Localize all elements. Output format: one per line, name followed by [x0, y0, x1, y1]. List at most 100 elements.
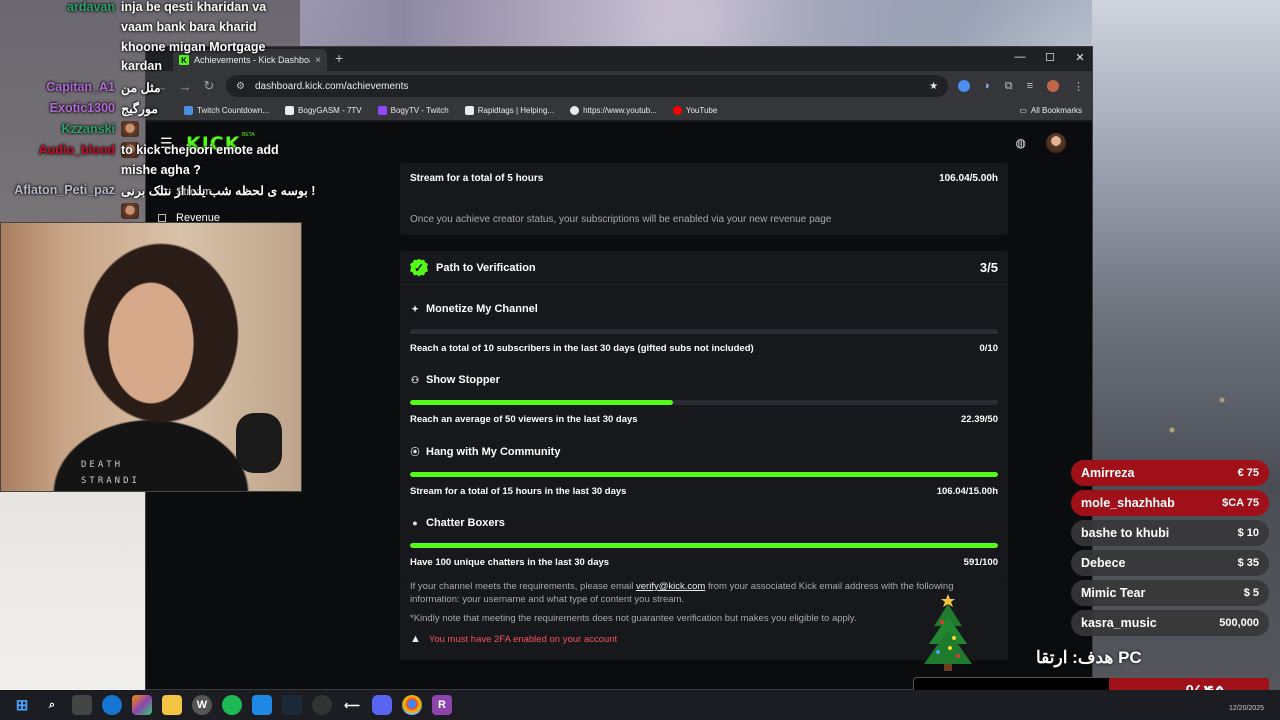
spotify-icon[interactable]	[222, 695, 242, 715]
chat-username[interactable]: Aflaton_Peti_paz	[0, 183, 115, 197]
close-window-icon[interactable]: ✕	[1074, 51, 1086, 64]
bookmark-favicon-icon	[570, 106, 580, 115]
audio-extension-icon[interactable]: ◗	[984, 80, 991, 92]
search-icon[interactable]: ⌕	[42, 695, 62, 715]
shirt-print: DEATH STRANDI	[81, 460, 140, 486]
bookmark-label: YouTube	[685, 106, 718, 115]
minimize-icon[interactable]: —	[1014, 51, 1026, 64]
copilot-icon[interactable]	[132, 695, 152, 715]
donation-amount: $ 10	[1237, 527, 1259, 539]
tab-close-icon[interactable]: ×	[315, 55, 321, 66]
bookmark-item[interactable]: YouTube	[672, 106, 718, 115]
bookmark-label: https://www.youtub...	[583, 106, 657, 115]
extension-icon[interactable]	[958, 80, 971, 92]
creator-requirement-row: Stream for a total of 5 hours 106.04/5.0…	[410, 173, 998, 184]
warning-text: You must have 2FA enabled on your accoun…	[428, 634, 618, 645]
chat-username[interactable]: Exotic1300	[0, 101, 115, 115]
requirement-detail-row: Stream for a total of 15 hours in the la…	[410, 486, 998, 497]
requirement-list: ✦ Monetize My Channel Reach a total of 10 …	[410, 303, 998, 568]
requirement-detail-row: Have 100 unique chatters in the last 30 …	[410, 557, 998, 568]
url-text: dashboard.kick.com/achievements	[254, 80, 409, 92]
chat-username[interactable]: ardavan	[0, 0, 115, 14]
extensions-puzzle-icon[interactable]: ⧉	[1005, 80, 1013, 93]
file-explorer-icon[interactable]	[162, 695, 182, 715]
edge-icon[interactable]	[102, 695, 122, 715]
extension-icons: ◗ ⧉ ≡ ⋮	[958, 80, 1084, 93]
bookmark-item[interactable]: Rapidtags | Helping...	[464, 106, 555, 115]
donor-name: kasra_music	[1081, 616, 1157, 630]
requirement-progress-bar	[410, 543, 998, 548]
warning-icon: ▲	[410, 633, 421, 645]
bookmark-item[interactable]: BogyTV - Twitch	[377, 106, 449, 115]
chat-message: مورگیج	[121, 102, 158, 116]
maximize-icon[interactable]: ☐	[1044, 51, 1056, 64]
windows-start-icon[interactable]: ⊞	[12, 695, 32, 715]
verification-footer: If your channel meets the requirements, …	[400, 580, 1008, 660]
creator-card: Stream for a total of 5 hours 106.04/5.0…	[400, 163, 1008, 235]
chat-message: to kick chejoori emote add	[121, 143, 279, 157]
broadcast-icon: ⦿	[410, 447, 420, 457]
donation-item: Amirreza € 75	[1071, 460, 1269, 486]
requirement-title: Chatter Boxers	[426, 517, 505, 529]
wordpress-icon[interactable]: W	[192, 695, 212, 715]
requirement-progress-bar	[410, 400, 998, 405]
requirement-title: Show Stopper	[426, 374, 500, 386]
requirement-description: Reach a total of 10 subscribers in the l…	[410, 343, 754, 354]
rider-icon[interactable]: R	[432, 695, 452, 715]
goal-label: هدف: ارتقا PC	[1036, 648, 1142, 667]
app-icon[interactable]: ⟵	[342, 695, 362, 715]
chat-emote-icon	[121, 203, 139, 219]
chat-username[interactable]: Kzzanski	[0, 122, 116, 136]
requirement-title: Monetize My Channel	[426, 303, 538, 315]
donation-item: bashe to khubi $ 10	[1071, 520, 1269, 546]
donation-amount: 500,000	[1219, 617, 1259, 629]
chat-username[interactable]: Audio_blood	[0, 143, 115, 157]
bookmark-label: BogyTV - Twitch	[390, 106, 449, 115]
donation-amount: $CA 75	[1222, 497, 1259, 509]
obs-icon[interactable]	[312, 695, 332, 715]
requirement-header: ✦ Monetize My Channel	[410, 303, 998, 315]
reading-list-icon[interactable]: ≡	[1027, 80, 1033, 92]
browser-menu-icon[interactable]: ⋮	[1073, 80, 1084, 93]
discord-icon[interactable]	[372, 695, 392, 715]
footer-note: *Kindly note that meeting the requiremen…	[410, 613, 857, 624]
requirement-value: 0/10	[979, 343, 999, 354]
all-bookmarks[interactable]: ▭ All Bookmarks	[1019, 106, 1082, 115]
address-bar[interactable]: ⚙ dashboard.kick.com/achievements ★	[226, 75, 949, 97]
creator-value: 106.04/5.00h	[939, 173, 998, 184]
bookmark-label: Rapidtags | Helping...	[477, 106, 555, 115]
bookmark-favicon-icon	[377, 106, 387, 115]
requirement-header: ⦿ Hang with My Community	[410, 445, 998, 458]
chat-message: khoone migan Mortgage	[121, 40, 266, 54]
requirement-detail-row: Reach a total of 10 subscribers in the l…	[410, 343, 998, 354]
donation-list: Amirreza € 75 mole_shazhhab $CA 75 bashe to …	[1071, 460, 1269, 640]
new-tab-button[interactable]: +	[335, 50, 343, 66]
vscode-icon[interactable]	[252, 695, 272, 715]
verification-card: ✓ Path to Verification 3/5 ✦ Monetize My …	[400, 251, 1008, 580]
donor-name: Mimic Tear	[1081, 586, 1146, 600]
donation-item: Debece $ 35	[1071, 550, 1269, 576]
chat-username[interactable]: Capitan_A1	[0, 80, 115, 94]
chat-message: kardan	[121, 59, 162, 73]
windows-taskbar: ⊞ ⌕ W ⟵ R 12/20/2025	[0, 690, 1280, 720]
profile-icon[interactable]	[1047, 80, 1059, 92]
chat-message: mishe agha ?	[121, 163, 201, 177]
donor-name: mole_shazhhab	[1081, 496, 1175, 510]
requirement-progress-fill	[410, 400, 674, 405]
chat-emote-icon	[121, 121, 139, 137]
bookmark-star-icon[interactable]: ★	[929, 81, 938, 92]
donor-name: Debece	[1081, 556, 1126, 570]
requirement-description: Stream for a total of 15 hours in the la…	[410, 486, 627, 497]
bookmark-favicon-icon	[464, 106, 474, 115]
avatar[interactable]	[1046, 133, 1066, 153]
verification-header[interactable]: ✓ Path to Verification 3/5	[400, 251, 1008, 285]
steam-icon[interactable]	[282, 695, 302, 715]
chrome-icon[interactable]	[402, 695, 422, 715]
requirement-detail-row: Reach an average of 50 viewers in the la…	[410, 414, 998, 425]
notification-icon[interactable]: ◍	[1016, 136, 1026, 150]
sparkle-icon: ✦	[411, 303, 419, 314]
requirement-header: ● Chatter Boxers	[410, 517, 998, 529]
verify-email-link[interactable]: verify@kick.com	[636, 581, 705, 592]
bookmark-item[interactable]: https://www.youtub...	[570, 106, 657, 115]
task-view-icon[interactable]	[72, 695, 92, 715]
